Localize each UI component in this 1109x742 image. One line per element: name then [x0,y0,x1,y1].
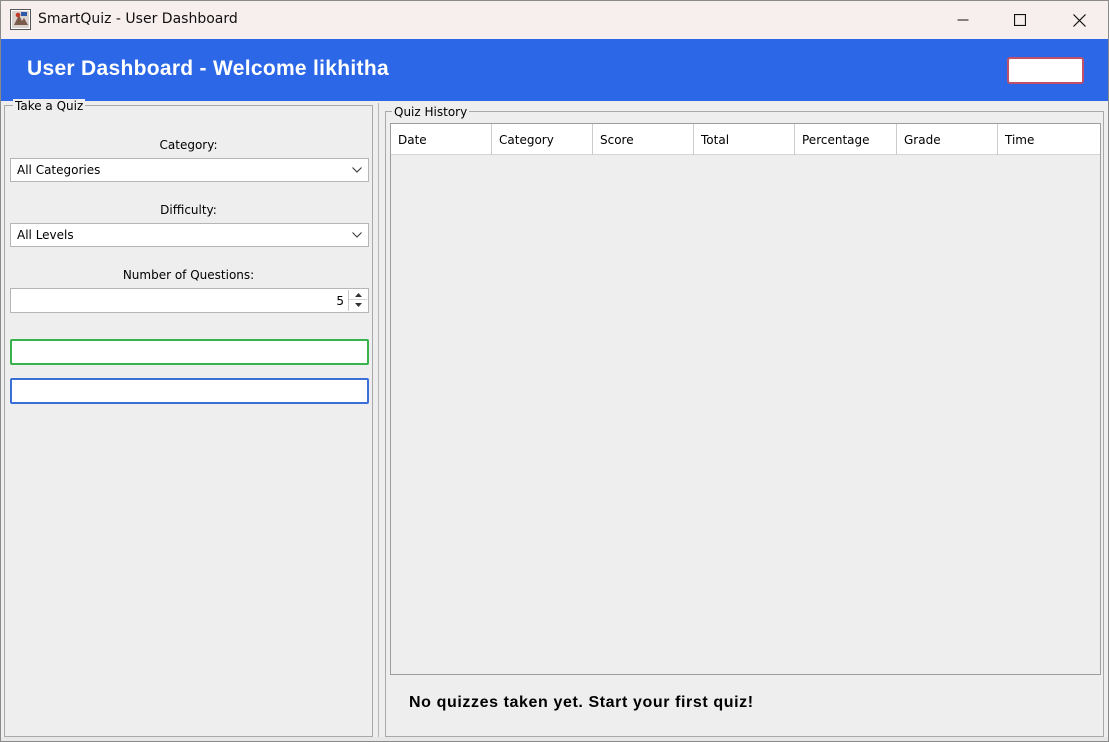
take-quiz-panel-title: Take a Quiz [13,99,86,113]
difficulty-selected-value: All Levels [17,228,74,242]
split-pane-divider[interactable] [378,103,383,741]
secondary-action-button[interactable] [10,378,369,404]
num-questions-label: Number of Questions: [122,268,255,282]
difficulty-select[interactable]: All Levels [10,223,369,247]
table-header: Date Category Score Total Percentage Grade Tim… [391,124,1100,155]
category-selected-value: All Categories [17,163,101,177]
num-questions-value: 5 [336,294,344,308]
quiz-history-panel: Quiz History Date Category Score Total Perce… [385,105,1104,737]
category-select[interactable]: All Categories [10,158,369,182]
column-header[interactable]: Total [694,124,795,155]
app-window: SmartQuiz - User Dashboard User Dashboar… [0,0,1109,742]
column-header[interactable]: Time [998,124,1100,155]
column-header[interactable]: Score [593,124,694,155]
dashboard-header: User Dashboard - Welcome likhitha [1,39,1108,101]
quiz-history-panel-title: Quiz History [392,105,470,119]
java-app-icon [10,9,31,30]
quiz-history-table[interactable]: Date Category Score Total Percentage Grade Tim… [390,123,1101,675]
chevron-down-icon [352,167,362,173]
difficulty-label: Difficulty: [160,203,217,217]
column-header[interactable]: Category [492,124,593,155]
logout-button[interactable] [1007,57,1084,84]
stepper-buttons [348,290,367,311]
minimize-icon [957,19,969,21]
caret-down-icon [354,303,362,307]
num-questions-stepper[interactable]: 5 [10,288,369,313]
minimize-button[interactable] [934,1,992,39]
window-bottom-edge [1,737,1108,741]
column-header[interactable]: Grade [897,124,998,155]
caret-up-icon [354,292,362,297]
decrement-button[interactable] [349,300,367,310]
start-quiz-button[interactable] [10,339,369,365]
close-icon [1072,13,1086,27]
empty-history-message: No quizzes taken yet. Start your first q… [409,694,754,711]
close-button[interactable] [1050,1,1108,39]
column-header[interactable]: Percentage [795,124,897,155]
column-header[interactable]: Date [391,124,492,155]
page-title: User Dashboard - Welcome likhitha [27,57,389,80]
window-title: SmartQuiz - User Dashboard [38,11,238,27]
increment-button[interactable] [349,290,367,300]
category-label: Category: [159,138,218,152]
maximize-button[interactable] [991,1,1049,39]
maximize-icon [1014,14,1026,26]
chevron-down-icon [352,232,362,238]
take-quiz-panel: Take a Quiz Category: All Categories Dif… [4,99,373,737]
title-bar[interactable]: SmartQuiz - User Dashboard [1,1,1108,39]
